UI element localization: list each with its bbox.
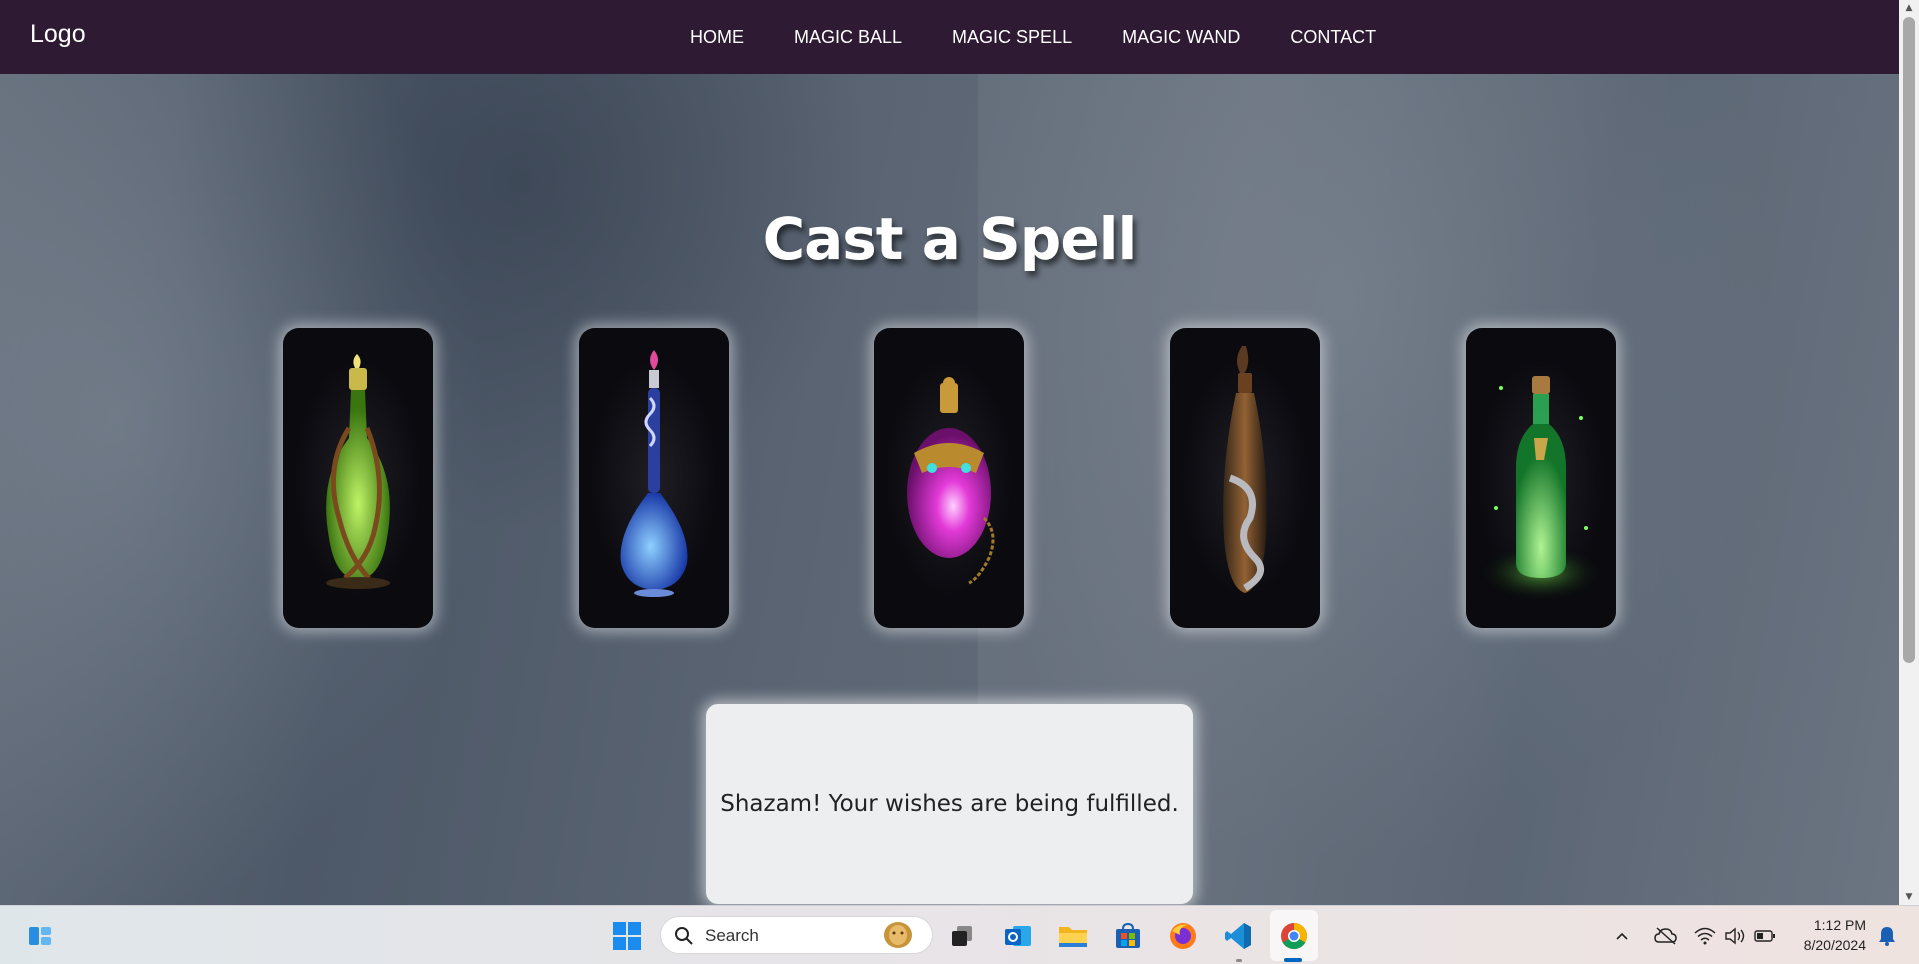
spell-message: Shazam! Your wishes are being fulfilled. — [720, 791, 1179, 817]
vscode-running-indicator — [1236, 959, 1242, 962]
taskbar-clock[interactable]: 1:12 PM 8/20/2024 — [1790, 915, 1866, 955]
scroll-thumb[interactable] — [1903, 17, 1915, 663]
notification-bell-icon[interactable] — [1872, 918, 1902, 954]
widgets-icon[interactable] — [22, 918, 58, 954]
taskbar-search-box[interactable]: Search — [660, 916, 933, 954]
nav-link-magic-wand[interactable]: MAGIC WAND — [1122, 27, 1240, 48]
page-scrollbar[interactable]: ▲ ▼ — [1899, 0, 1919, 905]
search-highlight-icon — [881, 920, 915, 954]
clock-date: 8/20/2024 — [1803, 937, 1866, 953]
page-title: Cast a Spell — [762, 205, 1138, 273]
spell-message-box: Shazam! Your wishes are being fulfilled. — [706, 704, 1193, 904]
vscode-icon[interactable] — [1220, 918, 1256, 954]
task-view-icon[interactable] — [944, 918, 980, 954]
battery-icon[interactable] — [1750, 918, 1780, 954]
onedrive-offline-icon[interactable] — [1651, 918, 1681, 954]
search-icon — [674, 926, 694, 950]
green-vine-potion-icon — [326, 354, 390, 589]
start-icon[interactable] — [609, 918, 645, 954]
wifi-icon[interactable] — [1690, 918, 1720, 954]
volume-icon[interactable] — [1720, 918, 1750, 954]
navbar: Logo HOME MAGIC BALL MAGIC SPELL MAGIC W… — [0, 0, 1899, 74]
potion-card-1[interactable] — [283, 328, 433, 628]
nav-link-contact[interactable]: CONTACT — [1290, 27, 1376, 48]
outlook-icon[interactable] — [1000, 918, 1036, 954]
page-viewport: Logo HOME MAGIC BALL MAGIC SPELL MAGIC W… — [0, 0, 1899, 905]
chevron-up-icon[interactable] — [1608, 918, 1636, 954]
potion-card-3[interactable] — [874, 328, 1024, 628]
scroll-up-arrow-icon[interactable]: ▲ — [1899, 0, 1919, 16]
nav-link-magic-ball[interactable]: MAGIC BALL — [794, 27, 902, 48]
blue-teardrop-potion-icon — [620, 350, 688, 597]
nav-links: HOME MAGIC BALL MAGIC SPELL MAGIC WAND C… — [690, 0, 1426, 74]
potion-card-4[interactable] — [1170, 328, 1320, 628]
potion-card-5[interactable] — [1466, 328, 1616, 628]
nav-link-magic-spell[interactable]: MAGIC SPELL — [952, 27, 1072, 48]
pink-jeweled-potion-icon — [907, 377, 995, 585]
logo[interactable]: Logo — [30, 20, 86, 49]
potion-card-2[interactable] — [579, 328, 729, 628]
clock-time: 1:12 PM — [1813, 917, 1866, 933]
taskbar: Search 1:12 PM 8/20/2024 — [0, 905, 1919, 964]
firefox-icon[interactable] — [1165, 918, 1201, 954]
serpent-bottle-potion-icon — [1223, 346, 1267, 593]
microsoft-store-icon[interactable] — [1110, 918, 1146, 954]
glowing-green-rune-potion-icon — [1476, 376, 1606, 603]
chrome-active-indicator — [1284, 958, 1302, 962]
nav-link-home[interactable]: HOME — [690, 27, 744, 48]
file-explorer-icon[interactable] — [1055, 918, 1091, 954]
chrome-icon[interactable] — [1276, 918, 1312, 954]
search-placeholder: Search — [705, 926, 759, 945]
scroll-down-arrow-icon[interactable]: ▼ — [1899, 889, 1919, 905]
